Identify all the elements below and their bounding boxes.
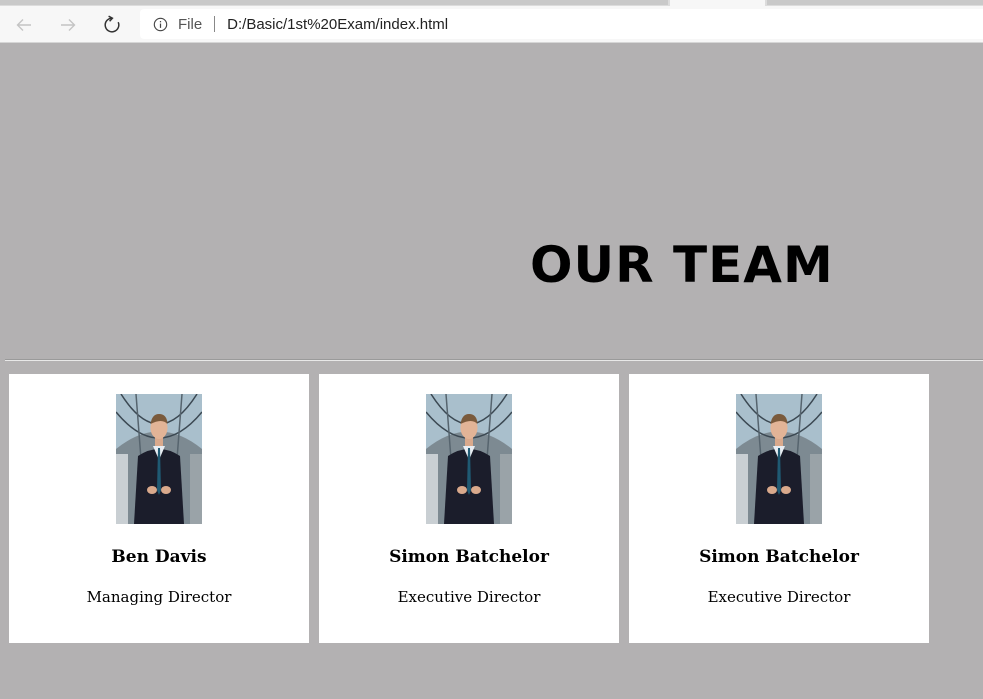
team-card: Simon Batchelor Executive Director [629, 374, 929, 643]
team-cards: Ben Davis Managing Director Simon Batche… [9, 374, 929, 643]
browser-tab[interactable] [767, 0, 983, 5]
back-button[interactable] [8, 6, 40, 43]
team-member-photo [736, 394, 822, 524]
team-member-name: Simon Batchelor [389, 547, 549, 567]
team-member-photo [116, 394, 202, 524]
page-title: OUR TEAM [530, 236, 834, 294]
reload-button[interactable] [96, 6, 128, 43]
browser-toolbar: File D:/Basic/1st%20Exam/index.html [0, 6, 983, 43]
info-circle-icon[interactable] [153, 17, 168, 32]
team-card: Ben Davis Managing Director [9, 374, 309, 643]
browser-tab[interactable] [0, 0, 668, 5]
arrow-right-icon [61, 18, 76, 31]
url-text[interactable]: D:/Basic/1st%20Exam/index.html [227, 16, 448, 33]
address-bar-separator [214, 16, 216, 32]
forward-button[interactable] [52, 6, 84, 43]
address-bar[interactable]: File D:/Basic/1st%20Exam/index.html [140, 9, 983, 39]
horizontal-rule [5, 359, 983, 361]
site-security-label[interactable]: File [178, 16, 202, 33]
team-card: Simon Batchelor Executive Director [319, 374, 619, 643]
team-member-role: Executive Director [397, 588, 541, 606]
team-member-role: Managing Director [86, 588, 232, 606]
team-member-photo [426, 394, 512, 524]
arrow-left-icon [16, 18, 31, 31]
team-member-role: Executive Director [707, 588, 851, 606]
team-member-name: Simon Batchelor [699, 547, 859, 567]
reload-icon [104, 15, 120, 33]
team-member-name: Ben Davis [111, 547, 207, 567]
